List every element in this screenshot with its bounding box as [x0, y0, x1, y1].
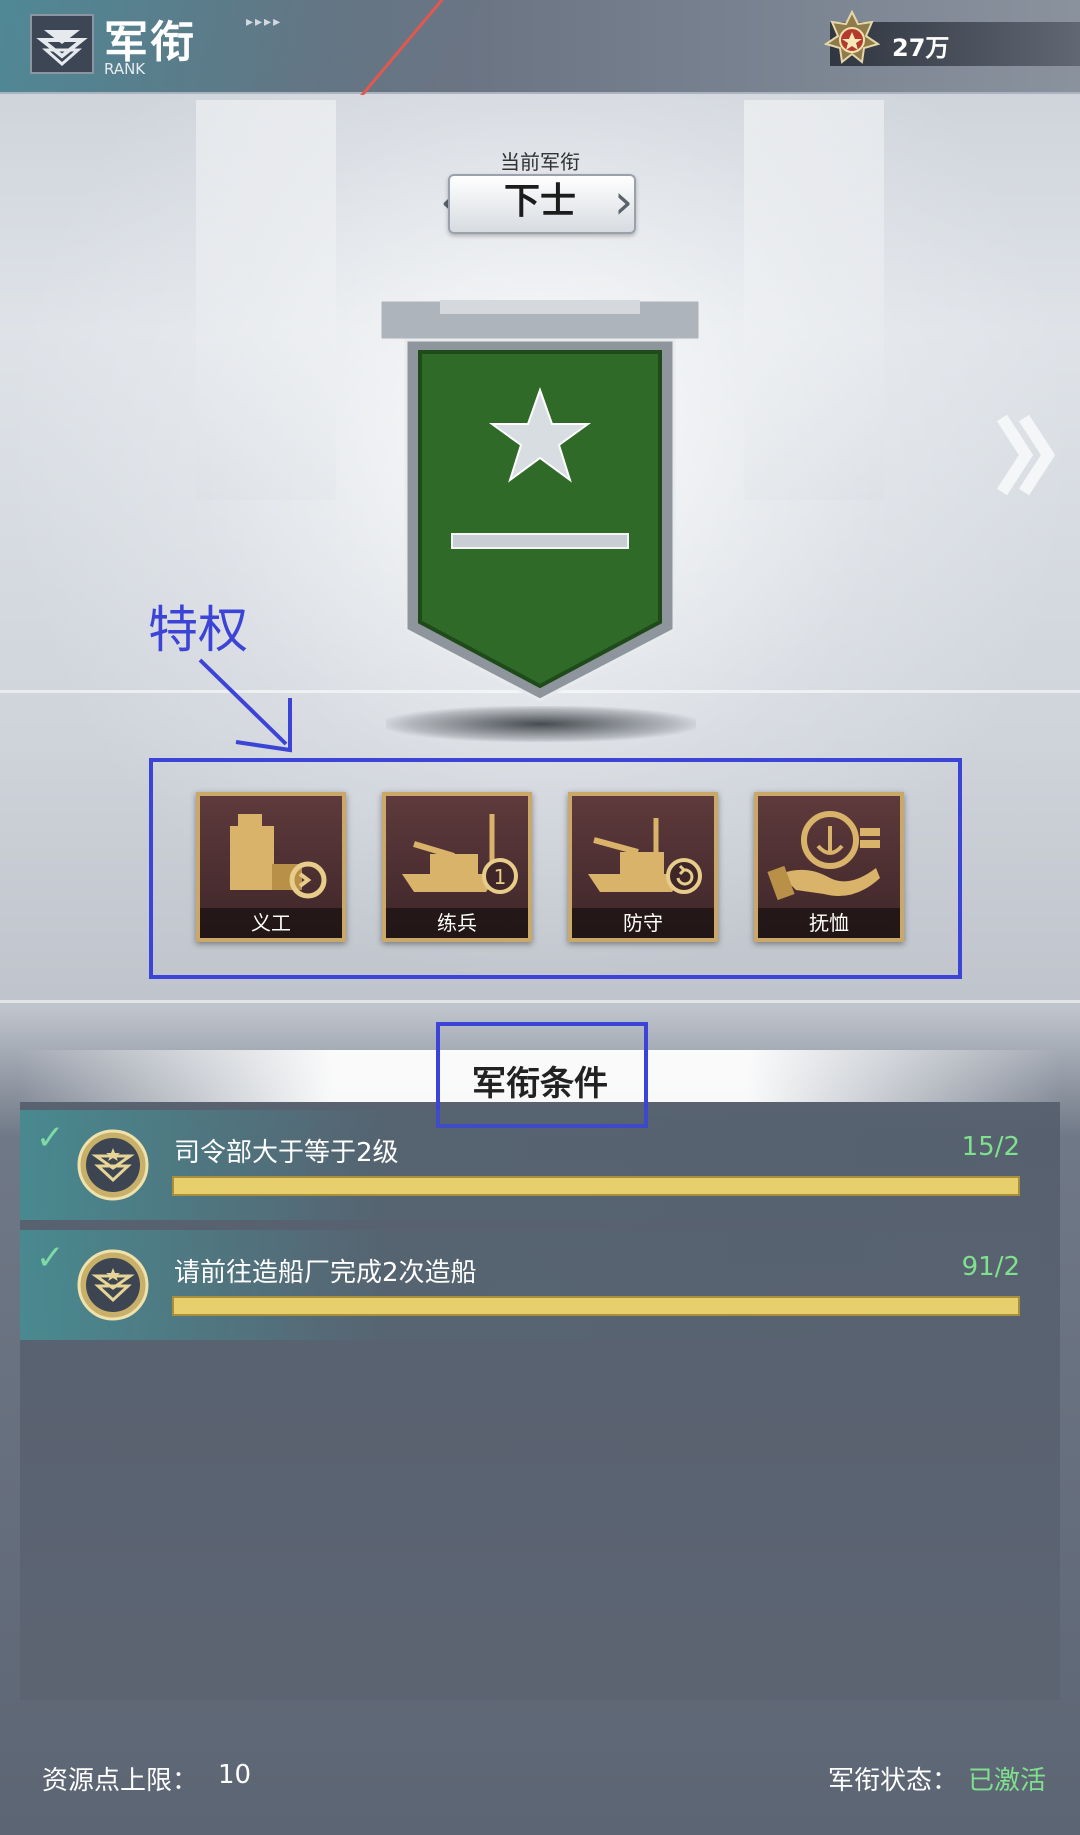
privilege-label: 防守: [623, 911, 663, 935]
resource-value: 27万: [892, 34, 950, 62]
hand-anchor-coin-icon: [766, 804, 892, 904]
condition-row: ✓ 请前往造船厂完成2次造船 91/2: [20, 1230, 1060, 1340]
condition-row: ✓ 司令部大于等于2级 15/2: [20, 1110, 1060, 1220]
resource-cap-label: 资源点上限：: [42, 1766, 199, 1796]
privilege-volunteer[interactable]: 义工: [196, 792, 346, 942]
background-stripe: [0, 1000, 1080, 1003]
current-rank-name: 下士: [503, 181, 576, 222]
privilege-label: 抚恤: [809, 911, 849, 935]
title-arrows-decoration: ▸▸▸▸: [246, 14, 283, 30]
condition-progress-bar: [172, 1296, 1020, 1316]
annotation-arrow: [190, 652, 310, 762]
page-subtitle: RANK: [104, 60, 146, 78]
warship-defense-icon: [580, 804, 706, 904]
warship-training-icon: 1: [394, 804, 520, 904]
check-icon: ✓: [36, 1238, 65, 1278]
resource-cap-value: 10: [218, 1760, 252, 1790]
condition-text: 司令部大于等于2级: [174, 1138, 399, 1168]
rank-emblem-icon: [76, 1128, 150, 1202]
rank-badge: [378, 298, 702, 720]
privilege-defense[interactable]: 防守: [568, 792, 718, 942]
privilege-compensation[interactable]: 抚恤: [754, 792, 904, 942]
top-bar: 军衔 ▸▸▸▸ RANK 27万: [0, 0, 1080, 95]
rank-menu-icon[interactable]: [30, 14, 94, 74]
privilege-label: 义工: [251, 911, 291, 935]
svg-text:1: 1: [494, 865, 507, 889]
condition-text: 请前往造船厂完成2次造船: [174, 1258, 477, 1288]
condition-count: 15/2: [961, 1132, 1020, 1162]
next-rank-chevron-icon[interactable]: [996, 410, 1056, 500]
condition-progress-bar: [172, 1176, 1020, 1196]
crane-repair-icon: [208, 804, 334, 904]
rank-status-value: 已激活: [968, 1766, 1047, 1796]
chevron-right-icon: ›: [614, 174, 634, 230]
medal-resource-icon: [822, 9, 882, 72]
check-icon: ✓: [36, 1118, 65, 1158]
current-rank-label: 当前军衔: [500, 150, 580, 174]
condition-count: 91/2: [961, 1252, 1020, 1282]
rank-status-label: 军衔状态：: [828, 1766, 959, 1796]
privilege-label: 练兵: [437, 911, 477, 935]
rank-emblem-icon: [76, 1248, 150, 1322]
privilege-training[interactable]: 1 练兵: [382, 792, 532, 942]
